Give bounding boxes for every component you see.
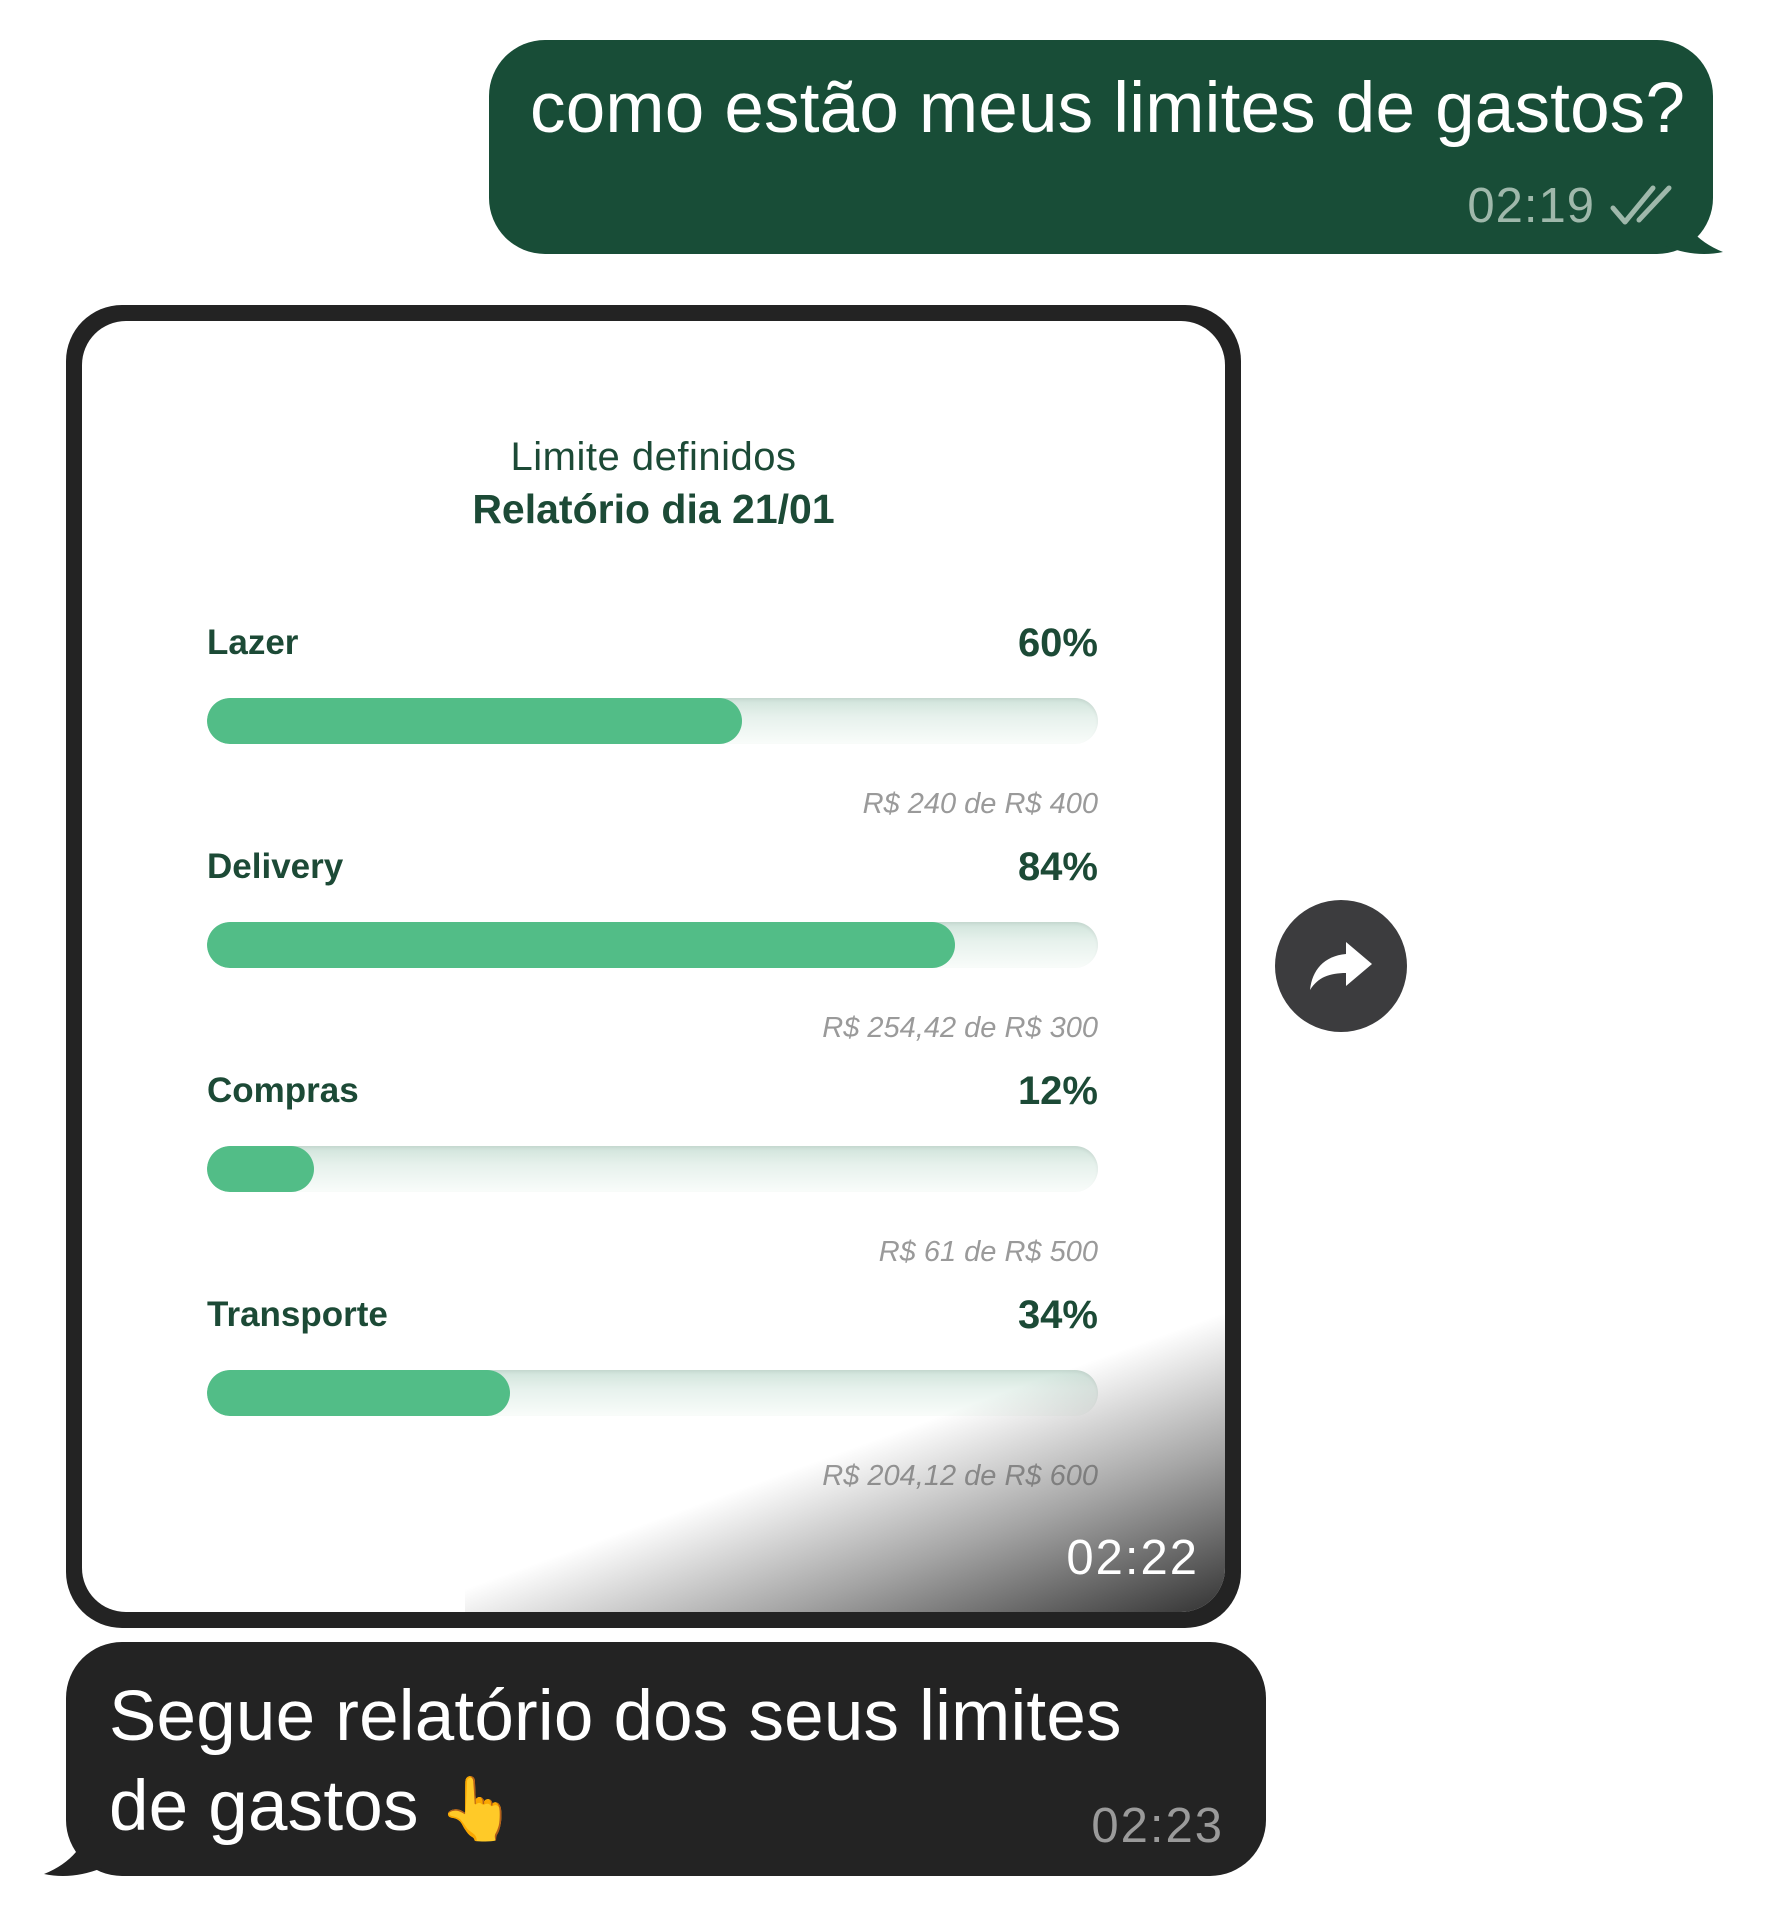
- double-check-icon: [1609, 184, 1673, 228]
- limit-progress-fill: [207, 1146, 314, 1192]
- incoming-message-bubble[interactable]: Segue relatório dos seus limites de gast…: [66, 1642, 1266, 1876]
- forward-button[interactable]: [1275, 900, 1407, 1032]
- limit-item-lazer: Lazer 60% R$ 240 de R$ 400: [207, 621, 1098, 823]
- image-message-time: 02:22: [1066, 1531, 1199, 1585]
- limit-progress-track: [207, 698, 1098, 744]
- limit-amount: R$ 61 de R$ 500: [878, 1236, 1098, 1268]
- limit-label: Transporte: [207, 1295, 388, 1334]
- image-message-card[interactable]: Limite definidos Relatório dia 21/01 Laz…: [66, 305, 1241, 1628]
- limit-progress-track: [207, 922, 1098, 968]
- limit-progress-track: [207, 1370, 1098, 1416]
- limit-label: Compras: [207, 1071, 359, 1110]
- limit-amount: R$ 240 de R$ 400: [862, 788, 1098, 820]
- limit-item-transporte: Transporte 34% R$ 204,12 de R$ 600: [207, 1293, 1098, 1495]
- report-header: Limite definidos Relatório dia 21/01: [82, 431, 1225, 535]
- incoming-message-time: 02:23: [1091, 1799, 1224, 1853]
- limit-label: Delivery: [207, 847, 344, 886]
- limit-progress-fill: [207, 1370, 510, 1416]
- report-title: Relatório dia 21/01: [472, 486, 835, 532]
- limit-item-delivery: Delivery 84% R$ 254,42 de R$ 300: [207, 845, 1098, 1047]
- report-subtitle: Limite definidos: [510, 435, 797, 479]
- limit-label: Lazer: [207, 623, 299, 662]
- limit-percent: 34%: [1017, 1293, 1098, 1337]
- limit-amount: R$ 254,42 de R$ 300: [822, 1012, 1098, 1044]
- limit-percent: 60%: [1017, 621, 1098, 665]
- pointing-up-emoji: 👆: [438, 1775, 517, 1844]
- share-arrow-icon: [1306, 936, 1376, 996]
- limit-percent: 84%: [1017, 845, 1098, 889]
- outgoing-message-meta: 02:19: [1467, 178, 1673, 234]
- limit-progress-fill: [207, 922, 956, 968]
- limit-item-compras: Compras 12% R$ 61 de R$ 500: [207, 1069, 1098, 1271]
- report-image[interactable]: Limite definidos Relatório dia 21/01 Laz…: [82, 321, 1225, 1612]
- limit-progress-track: [207, 1146, 1098, 1192]
- limit-amount: R$ 204,12 de R$ 600: [822, 1460, 1098, 1492]
- limit-percent: 12%: [1017, 1069, 1098, 1113]
- incoming-message-text: Segue relatório dos seus limites de gast…: [109, 1677, 1122, 1846]
- incoming-bubble-tail: [42, 1818, 102, 1878]
- outgoing-message-text: como estão meus limites de gastos?: [530, 69, 1686, 148]
- outgoing-message-bubble[interactable]: como estão meus limites de gastos? 02:19: [489, 40, 1713, 254]
- outgoing-message-time: 02:19: [1467, 179, 1595, 233]
- limit-progress-fill: [207, 698, 742, 744]
- incoming-message-text-block: Segue relatório dos seus limites de gast…: [109, 1672, 1169, 1855]
